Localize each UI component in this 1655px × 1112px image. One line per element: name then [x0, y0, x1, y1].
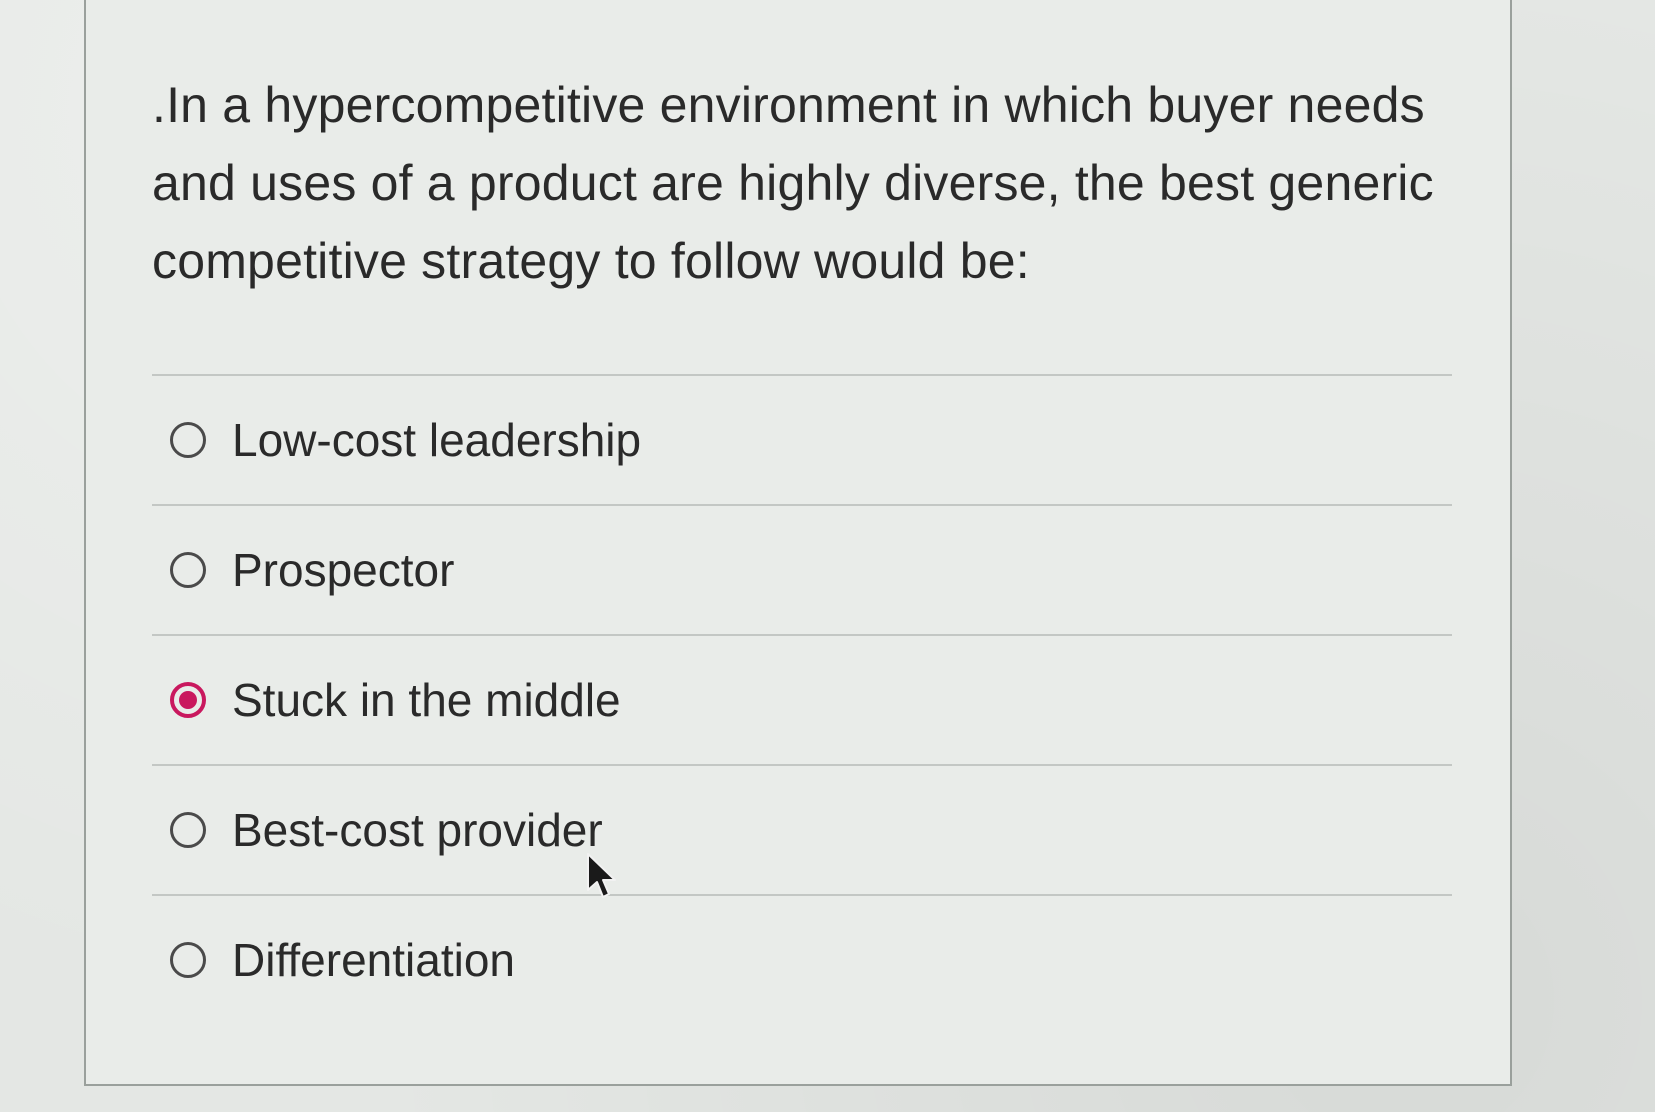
- radio-empty-icon[interactable]: [170, 942, 206, 978]
- radio-filled-icon[interactable]: [170, 682, 206, 718]
- answer-options: Low-cost leadership Prospector Stuck in …: [152, 374, 1452, 1024]
- option-label: Differentiation: [232, 934, 515, 986]
- option-differentiation[interactable]: Differentiation: [152, 896, 1452, 1024]
- question-text: .In a hypercompetitive environment in wh…: [152, 77, 1434, 289]
- option-label: Low-cost leadership: [232, 414, 642, 466]
- option-label: Prospector: [232, 544, 455, 596]
- option-label: Stuck in the middle: [232, 674, 621, 726]
- radio-empty-icon[interactable]: [170, 422, 206, 458]
- radio-empty-icon[interactable]: [170, 552, 206, 588]
- option-prospector[interactable]: Prospector: [152, 506, 1452, 634]
- question-card: .In a hypercompetitive environment in wh…: [84, 0, 1512, 1086]
- option-best-cost-provider[interactable]: Best-cost provider: [152, 766, 1452, 894]
- radio-empty-icon[interactable]: [170, 812, 206, 848]
- arrow-cursor-icon: [587, 853, 616, 898]
- option-low-cost-leadership[interactable]: Low-cost leadership: [152, 376, 1452, 504]
- option-label: Best-cost provider: [232, 804, 603, 856]
- option-stuck-in-the-middle[interactable]: Stuck in the middle: [152, 636, 1452, 764]
